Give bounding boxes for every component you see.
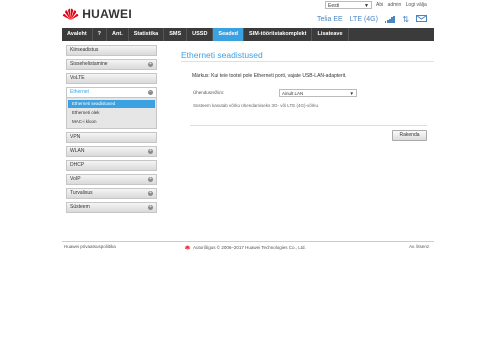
language-value: Eesti [328, 3, 340, 9]
sidebar-item-label: Turvalisus [70, 190, 93, 196]
nav-antenna[interactable]: Ant. [107, 28, 129, 41]
connection-mode-label: Ühendusrežiim: [193, 90, 225, 95]
sidebar-item-label: WLAN [70, 148, 85, 154]
sidebar-item-label: VPN [70, 134, 81, 140]
sidebar-item-security[interactable]: Turvalisus + [66, 188, 157, 199]
nav-sim-toolkit[interactable]: SIM-tööriistakomplekt [244, 28, 313, 41]
language-select[interactable]: Eesti ▼ [325, 1, 372, 9]
sidebar-item-label: Sissehelistamine [70, 61, 108, 67]
content-divider [190, 125, 427, 126]
sidebar-item-volte[interactable]: VoLTE [66, 73, 157, 84]
nav-settings[interactable]: Seaded [213, 28, 244, 41]
chevron-down-icon: ▼ [364, 3, 369, 9]
sidebar-item-dialup[interactable]: Sissehelistamine + [66, 59, 157, 70]
sidebar-item-vpn[interactable]: VPN [66, 132, 157, 143]
huawei-logo: HUAWEI [62, 6, 132, 22]
sidebar-item-label: VoLTE [70, 75, 85, 81]
sidebar-subitem-mac-clone[interactable]: MAC-i kloon [68, 118, 155, 126]
chevron-down-icon: ▼ [349, 91, 354, 96]
connection-mode-select[interactable]: Ainult LAN ▼ [279, 89, 357, 97]
sidebar-item-label: VoIP [70, 176, 81, 182]
connection-mode-help: Süsteem kasutab võrku ühendamiseks 3G- v… [193, 103, 320, 108]
sms-icon[interactable] [416, 14, 428, 24]
expand-icon: + [148, 203, 153, 210]
nav-statistics[interactable]: Statistika [129, 28, 165, 41]
sidebar-item-wlan[interactable]: WLAN + [66, 146, 157, 157]
copyright: Autoriõigus © 2006–2017 Huawei Technolog… [184, 245, 306, 250]
user-area: Abi admin Logi välja [376, 1, 430, 9]
main-nav: Avaleht ? Ant. Statistika SMS USSD Seade… [62, 28, 434, 41]
expand-icon: + [148, 189, 153, 196]
sidebar-subitem-ethernet-status[interactable]: Etherneti olek [68, 109, 155, 117]
collapse-icon: − [148, 88, 153, 95]
expand-icon: + [148, 147, 153, 154]
huawei-flower-icon [62, 8, 79, 21]
data-transfer-icon: ⇅ [402, 14, 410, 24]
brand-name: HUAWEI [82, 7, 132, 21]
status-bar: Telia EE LTE (4G) ⇅ [317, 14, 434, 24]
sidebar-item-system[interactable]: Süsteem + [66, 202, 157, 213]
sidebar-item-dhcp[interactable]: DHCP [66, 160, 157, 171]
privacy-policy-link[interactable]: Huawei privaatsuspoliitika [64, 244, 116, 249]
sidebar-item-label: Ethernet [70, 89, 89, 95]
sidebar-item-label: DHCP [70, 162, 85, 168]
copyright-text: Autoriõigus © 2006–2017 Huawei Technolog… [193, 245, 306, 250]
logout-link[interactable]: Logi välja [406, 2, 427, 8]
sidebar-item-quick-setup[interactable]: Kiirseadistus [66, 45, 157, 56]
network-type: LTE (4G) [349, 15, 378, 23]
notice-text: Märkus: Kui teie tootel pole Etherneti p… [192, 73, 347, 79]
huawei-flower-icon [184, 245, 191, 250]
nav-ussd[interactable]: USSD [187, 28, 214, 41]
nav-home[interactable]: Avaleht [62, 28, 93, 41]
sidebar-item-label: Kiirseadistus [70, 47, 99, 53]
nav-more-info[interactable]: Lisateave [312, 28, 349, 41]
user-role: admin [387, 2, 402, 8]
sidebar-item-ethernet[interactable]: Ethernet − [66, 87, 157, 98]
footer-divider [62, 241, 434, 242]
title-divider [181, 61, 434, 62]
ethernet-submenu: Etherneti seadistused Etherneti olek MAC… [66, 98, 157, 129]
settings-sidebar: Kiirseadistus Sissehelistamine + VoLTE E… [66, 45, 157, 216]
expand-icon: + [148, 60, 153, 67]
operator-name: Telia EE [317, 15, 343, 23]
apply-button[interactable]: Rakenda [392, 130, 427, 141]
connection-mode-value: Ainult LAN [282, 91, 304, 96]
user-name: Abi [376, 2, 384, 8]
sidebar-subitem-ethernet-settings[interactable]: Etherneti seadistused [68, 100, 155, 108]
nav-sms[interactable]: SMS [164, 28, 188, 41]
sidebar-item-label: Süsteem [70, 204, 90, 210]
page-title: Etherneti seadistused [181, 50, 263, 60]
open-source-license-link[interactable]: Av. litsenz [409, 244, 429, 249]
signal-strength-icon [384, 15, 395, 23]
expand-icon: + [148, 175, 153, 182]
sidebar-item-voip[interactable]: VoIP + [66, 174, 157, 185]
nav-help[interactable]: ? [93, 28, 108, 41]
